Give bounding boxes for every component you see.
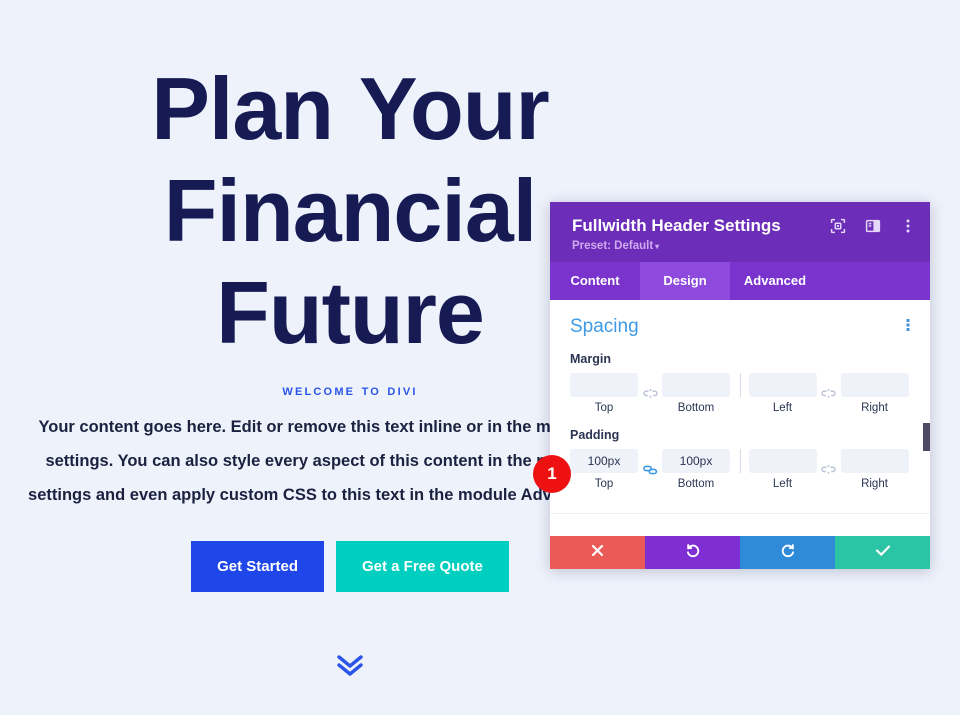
preset-selector[interactable]: Preset: Default ▾ <box>572 240 912 252</box>
margin-divider <box>739 373 741 398</box>
padding-left-input[interactable] <box>748 449 817 474</box>
padding-left-cell: Left <box>748 449 817 491</box>
padding-bottom-input[interactable] <box>662 449 730 474</box>
margin-right-input[interactable] <box>840 373 909 398</box>
more-vertical-icon[interactable] <box>900 218 916 234</box>
padding-left-right-pair: Left Right <box>748 449 911 491</box>
modal-body: Spacing Margin Top Bottom Left Right Pad… <box>550 300 930 537</box>
close-icon <box>591 544 604 561</box>
margin-left-cell: Left <box>748 373 817 415</box>
undo-button[interactable] <box>645 536 740 570</box>
margin-left-right-pair: Left Right <box>748 373 911 415</box>
margin-top-caption: Top <box>594 402 614 415</box>
modal-header-icons <box>830 218 916 234</box>
more-vertical-icon[interactable] <box>906 317 910 338</box>
padding-top-input[interactable] <box>570 449 638 474</box>
modal-tabs: Content Design Advanced <box>550 262 930 301</box>
spacing-section-title: Spacing <box>570 316 639 338</box>
module-settings-modal: Fullwidth Header Settings Preset: Defaul… <box>550 202 930 570</box>
modal-action-bar <box>550 536 930 570</box>
padding-bottom-cell: Bottom <box>662 449 730 490</box>
padding-bottom-caption: Bottom <box>677 478 715 491</box>
margin-right-caption: Right <box>861 402 888 415</box>
margin-top-bottom-pair: Top Bottom <box>570 373 732 414</box>
modal-scrollbar[interactable] <box>923 300 930 536</box>
padding-right-input[interactable] <box>840 449 909 474</box>
padding-left-right-link-icon[interactable] <box>817 458 841 482</box>
padding-right-caption: Right <box>861 478 888 491</box>
margin-left-input[interactable] <box>748 373 817 398</box>
layout-panel-icon[interactable] <box>865 218 881 234</box>
modal-header: Fullwidth Header Settings Preset: Defaul… <box>550 202 930 263</box>
margin-row: Top Bottom Left Right <box>570 373 910 414</box>
scroll-down-button[interactable] <box>0 652 700 683</box>
spacing-section-header: Spacing <box>570 316 910 338</box>
margin-top-bottom-link-icon[interactable] <box>638 382 662 406</box>
padding-top-bottom-link-icon[interactable] <box>638 458 662 482</box>
save-button[interactable] <box>835 536 930 570</box>
padding-top-caption: Top <box>594 478 614 491</box>
double-chevron-down-icon <box>333 655 367 682</box>
margin-bottom-input[interactable] <box>662 373 730 398</box>
focus-target-icon[interactable] <box>830 218 846 234</box>
preset-label: Preset: Default <box>572 240 654 253</box>
cancel-button[interactable] <box>550 536 645 570</box>
annotation-badge-1: 1 <box>533 455 571 493</box>
body-divider <box>550 513 930 515</box>
padding-left-caption: Left <box>772 478 793 491</box>
tab-design[interactable]: Design <box>640 262 730 301</box>
margin-label: Margin <box>570 352 611 367</box>
tab-advanced[interactable]: Advanced <box>730 262 820 300</box>
margin-bottom-cell: Bottom <box>662 373 730 414</box>
padding-right-cell: Right <box>840 449 909 491</box>
undo-icon <box>685 543 701 563</box>
chevron-down-icon: ▾ <box>655 242 660 252</box>
margin-left-right-link-icon[interactable] <box>817 382 841 406</box>
margin-left-caption: Left <box>772 402 793 415</box>
padding-row: Top Bottom <box>570 449 910 490</box>
tab-content[interactable]: Content <box>550 262 640 300</box>
padding-label: Padding <box>570 428 620 443</box>
margin-right-cell: Right <box>840 373 909 415</box>
margin-top-cell: Top <box>570 373 638 414</box>
modal-scrollbar-thumb[interactable] <box>923 423 930 452</box>
redo-icon <box>780 543 796 563</box>
padding-top-bottom-pair: Top Bottom <box>570 449 732 490</box>
get-started-button[interactable]: Get Started <box>191 540 324 592</box>
margin-field-group: Margin Top Bottom Left Right <box>570 352 910 414</box>
padding-divider <box>739 449 741 474</box>
redo-button[interactable] <box>740 536 835 570</box>
page-title: Plan Your Financial Future <box>151 59 550 363</box>
margin-bottom-caption: Bottom <box>677 402 715 415</box>
padding-top-cell: Top <box>570 449 638 490</box>
check-icon <box>875 544 891 561</box>
margin-top-input[interactable] <box>570 373 638 398</box>
get-free-quote-button[interactable]: Get a Free Quote <box>335 540 509 592</box>
padding-field-group: Padding Top Bottom <box>570 428 910 490</box>
